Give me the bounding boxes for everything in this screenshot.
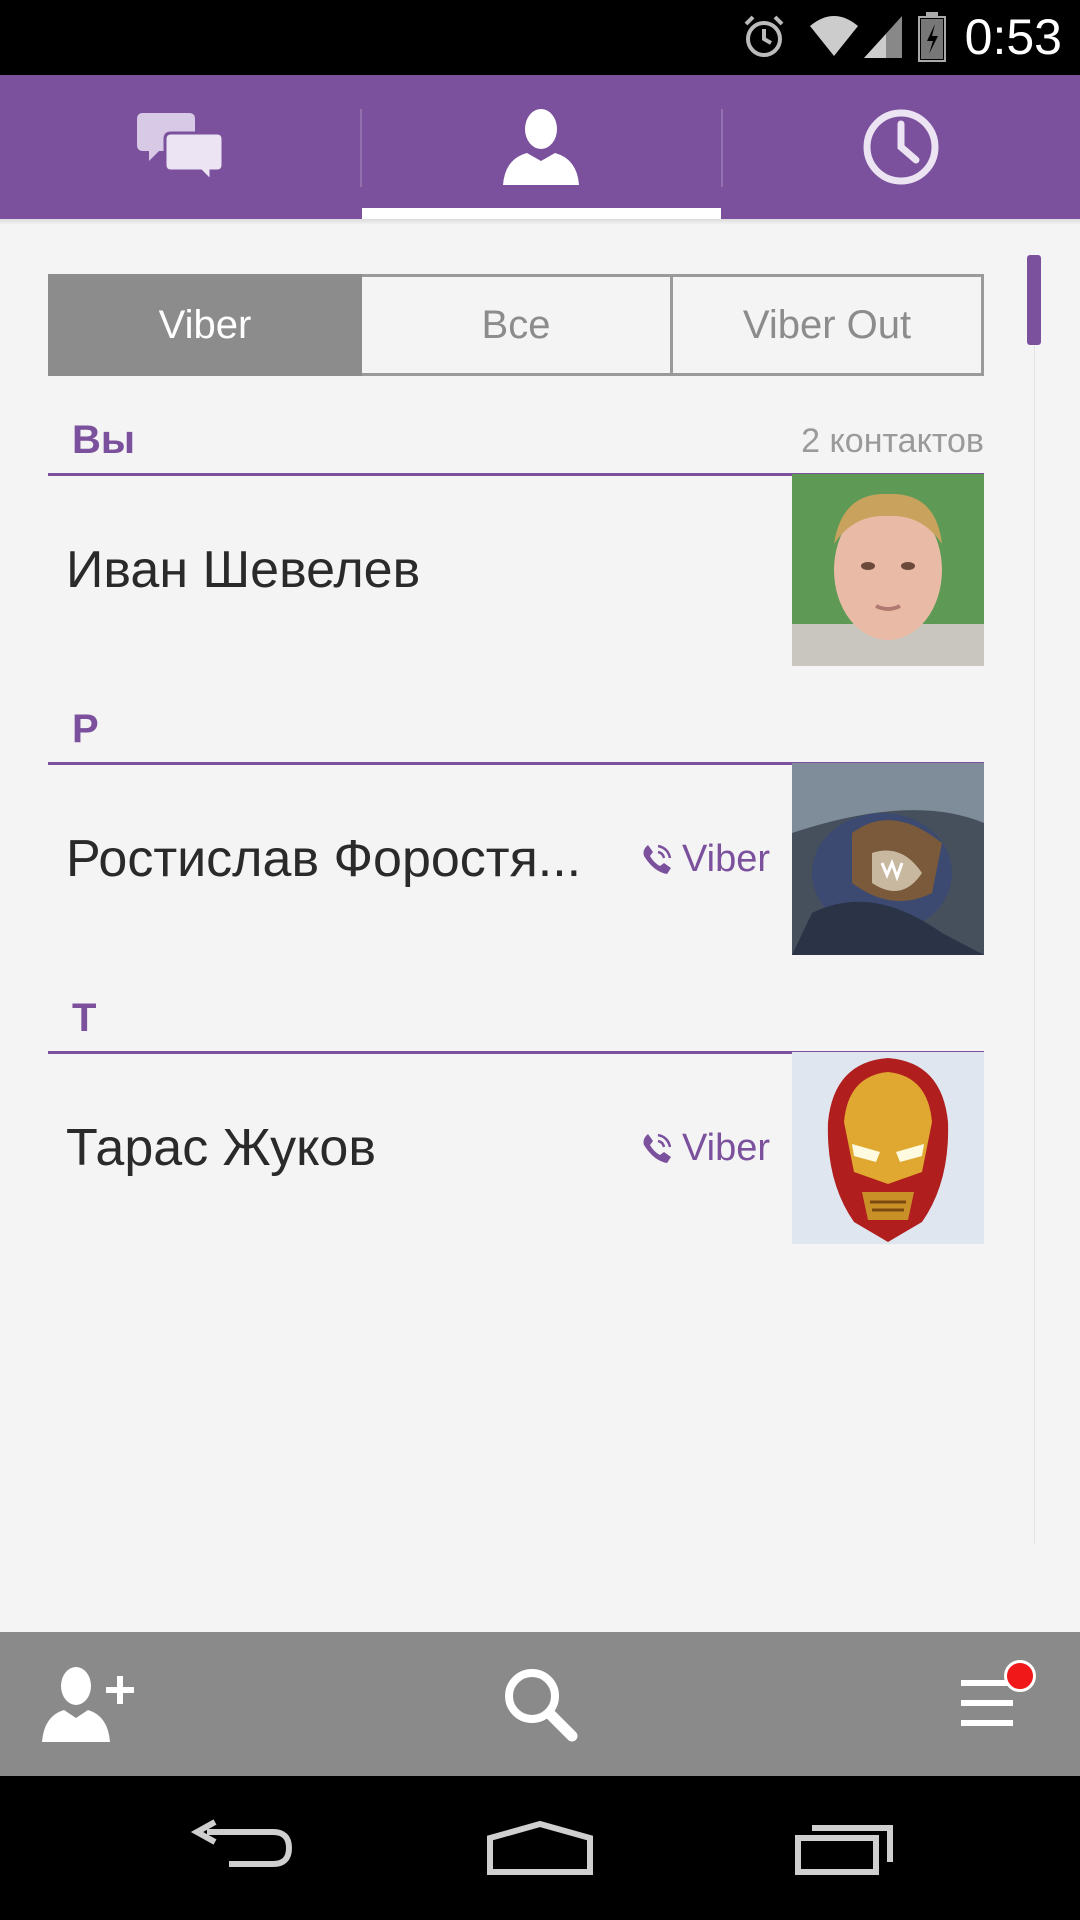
contact-row[interactable]: Ростислав Форостя... Viber: [48, 763, 984, 955]
topbar-shadow: [0, 219, 1080, 225]
avatar[interactable]: [792, 763, 984, 955]
scrollbar-track: [1034, 345, 1035, 1545]
section-header-you: Вы 2 контактов: [48, 411, 984, 476]
contact-row[interactable]: Иван Шевелев: [48, 474, 984, 666]
tab-chats[interactable]: [0, 75, 360, 219]
section-title: Т: [72, 996, 97, 1040]
search-icon: [505, 1669, 578, 1742]
chat-bubbles-icon: [137, 113, 223, 185]
contact-person-icon: [503, 109, 579, 185]
active-tab-indicator: [362, 208, 721, 219]
filter-viber-out[interactable]: Viber Out: [673, 274, 984, 376]
add-contact-button[interactable]: [30, 1632, 150, 1776]
avatar[interactable]: [792, 1052, 984, 1244]
back-arrow-icon: [190, 1819, 293, 1867]
signal-icon: [864, 16, 902, 58]
tab-contacts[interactable]: [361, 75, 721, 219]
recent-apps-icon: [795, 1825, 893, 1875]
wifi-icon: [810, 16, 858, 56]
viber-badge-label: Viber: [682, 837, 771, 880]
battery-icon: [918, 12, 946, 62]
bottom-action-bar: [0, 1632, 1080, 1776]
viber-badge: Viber: [640, 1052, 770, 1244]
recents-button[interactable]: [784, 1776, 904, 1920]
home-button[interactable]: [480, 1776, 600, 1920]
notification-dot: [1004, 1660, 1036, 1692]
clock-history-icon: [863, 109, 939, 185]
back-button[interactable]: [180, 1776, 300, 1920]
avatar[interactable]: [792, 474, 984, 666]
section-title: Вы: [72, 418, 136, 462]
contact-row[interactable]: Тарас Жуков Viber: [48, 1052, 984, 1244]
home-icon: [487, 1820, 593, 1875]
add-contact-icon: [42, 1667, 134, 1742]
alarm-icon: [744, 15, 784, 57]
tab-recents[interactable]: [722, 75, 1080, 219]
system-nav-bar: [0, 1776, 1080, 1920]
section-header-r: Р: [48, 700, 984, 765]
contacts-filter: Viber Все Viber Out: [48, 274, 984, 376]
scrollbar-thumb[interactable]: [1027, 255, 1041, 345]
search-button[interactable]: [480, 1632, 600, 1776]
contact-name: Иван Шевелев: [66, 541, 421, 599]
viber-badge-label: Viber: [682, 1126, 771, 1169]
contacts-count: 2 контактов: [801, 422, 984, 460]
contact-name: Ростислав Форостя...: [66, 830, 582, 888]
filter-viber[interactable]: Viber: [48, 274, 362, 376]
contact-name: Тарас Жуков: [66, 1119, 376, 1177]
filter-all[interactable]: Все: [362, 274, 673, 376]
section-header-t: Т: [48, 989, 984, 1054]
viber-phone-icon: [643, 844, 672, 874]
top-tab-bar: [0, 75, 1080, 219]
status-clock: 0:53: [964, 9, 1062, 65]
section-title: Р: [72, 707, 99, 751]
viber-badge: Viber: [640, 763, 770, 955]
status-bar: 0:53: [0, 0, 1080, 75]
menu-button[interactable]: [930, 1632, 1050, 1776]
viber-phone-icon: [643, 1133, 672, 1163]
